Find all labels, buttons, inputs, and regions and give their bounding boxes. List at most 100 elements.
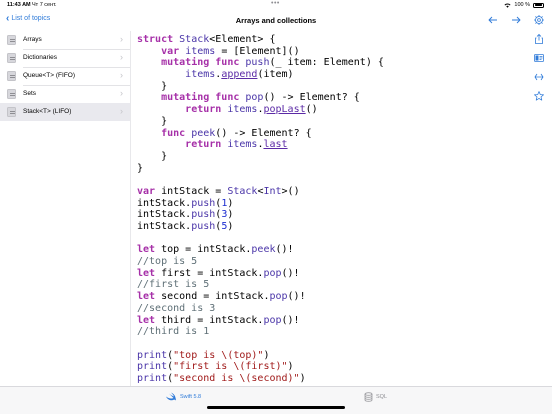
sidebar-item-queue[interactable]: Queue<T> (FIFO) › [0, 67, 130, 85]
sidebar-item-label: Arrays [23, 36, 42, 43]
nav-actions [487, 14, 545, 26]
topic-icon [7, 35, 16, 45]
code-line: } [137, 116, 523, 128]
code-token: print [137, 361, 168, 373]
status-right: 100 % [504, 2, 544, 8]
layout-icon[interactable] [533, 52, 545, 64]
sidebar-item-label: Sets [23, 90, 37, 97]
code-token: intStack. [137, 197, 192, 209]
topic-icon [7, 53, 16, 63]
code-line: items.append(item) [137, 69, 523, 81]
sidebar-item-sets[interactable]: Sets › [0, 85, 130, 103]
code-token: last [263, 139, 288, 151]
code-token: peek [191, 127, 216, 139]
code-line: func peek() -> Element? { [137, 128, 523, 140]
code-line: intStack.push(3) [137, 209, 523, 221]
code-line: } [137, 81, 523, 93]
code-token: pop [269, 291, 288, 303]
code-token: } [137, 162, 144, 174]
code-token: pop [263, 314, 282, 326]
code-token: third = intStack. [161, 314, 264, 326]
code-token: push [191, 197, 216, 209]
code-token: "top is \(top)" [173, 349, 264, 361]
topic-icon [7, 107, 16, 117]
back-button-label: List of topics [11, 15, 51, 22]
sidebar-item-arrays[interactable]: Arrays › [0, 31, 130, 49]
code-line: //third is 1 [137, 326, 523, 338]
code-token: let [137, 267, 162, 279]
code-line: //top is 5 [137, 256, 523, 268]
sidebar-item-dictionaries[interactable]: Dictionaries › [0, 49, 130, 67]
code-line: print("first is \(first)") [137, 361, 523, 373]
code-token: } [137, 150, 168, 162]
split-divider[interactable] [130, 31, 131, 386]
code-token: ()! [275, 244, 294, 256]
code-line: print("second is \(second)") [137, 373, 523, 385]
chevron-right-icon: › [120, 106, 123, 116]
code-token: items [227, 104, 258, 116]
redo-arrow-icon[interactable] [510, 14, 522, 26]
chevron-left-icon: ‹ [6, 13, 10, 24]
code-line: intStack.push(5) [137, 221, 523, 233]
code-token: } [137, 115, 168, 127]
code-line: var intStack = Stack<Int>() [137, 186, 523, 198]
code-token: >() [281, 185, 300, 197]
code-token: //first is 5 [137, 279, 210, 291]
code-line: var items = [Element]() [137, 46, 523, 58]
code-token: pop [263, 267, 282, 279]
code-line: //first is 5 [137, 279, 523, 291]
code-token: items [227, 139, 258, 151]
share-icon[interactable] [533, 33, 545, 45]
code-token: items [185, 45, 216, 57]
code-token: mutating [161, 57, 216, 69]
code-editor[interactable]: struct Stack<Element> { var items = [Ele… [137, 34, 523, 385]
database-icon [364, 392, 373, 402]
code-token: func [215, 92, 246, 104]
code-token: (item) [257, 69, 294, 81]
code-token: let [137, 314, 162, 326]
code-token: items [185, 69, 216, 81]
sidebar-item-label: Dictionaries [23, 54, 57, 61]
sidebar-item-label: Queue<T> (FIFO) [23, 72, 76, 79]
gear-icon[interactable] [533, 14, 545, 26]
topics-sidebar: Arrays › Dictionaries › Queue<T> (FIFO) … [0, 31, 130, 386]
page-title: Arrays and collections [235, 16, 317, 25]
topic-icon [7, 89, 16, 99]
code-token: func [161, 127, 192, 139]
code-token: "first is \(first)" [173, 361, 288, 373]
code-token: intStack. [137, 209, 192, 221]
code-token: var [137, 185, 162, 197]
code-token: intStack. [137, 221, 192, 232]
code-token: print [137, 372, 168, 384]
tab-swift[interactable]: Swift 5.8 [165, 392, 201, 401]
code-token: } [137, 80, 168, 92]
undo-arrow-icon[interactable] [487, 14, 499, 26]
swap-icon[interactable] [533, 71, 545, 83]
tab-sql[interactable]: SQL [364, 392, 387, 402]
code-token: Int [263, 185, 282, 197]
code-token: ) [263, 349, 270, 361]
battery-percent: 100 % [514, 2, 530, 8]
sidebar-item-label: Stack<T> (LIFO) [23, 108, 72, 115]
code-token: ()! [281, 314, 300, 326]
tab-sql-label: SQL [376, 394, 388, 400]
code-token: let [137, 291, 162, 303]
battery-icon [533, 2, 544, 8]
home-indicator[interactable] [207, 406, 345, 409]
code-line: mutating func push(_ item: Element) { [137, 57, 523, 69]
code-token: push [191, 209, 216, 221]
code-token: print [137, 349, 168, 361]
back-button[interactable]: ‹ List of topics [6, 13, 51, 24]
star-icon[interactable] [533, 90, 545, 102]
multitasking-dots-icon[interactable]: ••• [271, 0, 280, 7]
sidebar-item-stack[interactable]: Stack<T> (LIFO) › [0, 103, 130, 121]
code-token: append [221, 69, 258, 81]
code-line: return items.last [137, 139, 523, 151]
code-token: ) [287, 361, 294, 373]
code-token: //second is 3 [137, 302, 216, 314]
